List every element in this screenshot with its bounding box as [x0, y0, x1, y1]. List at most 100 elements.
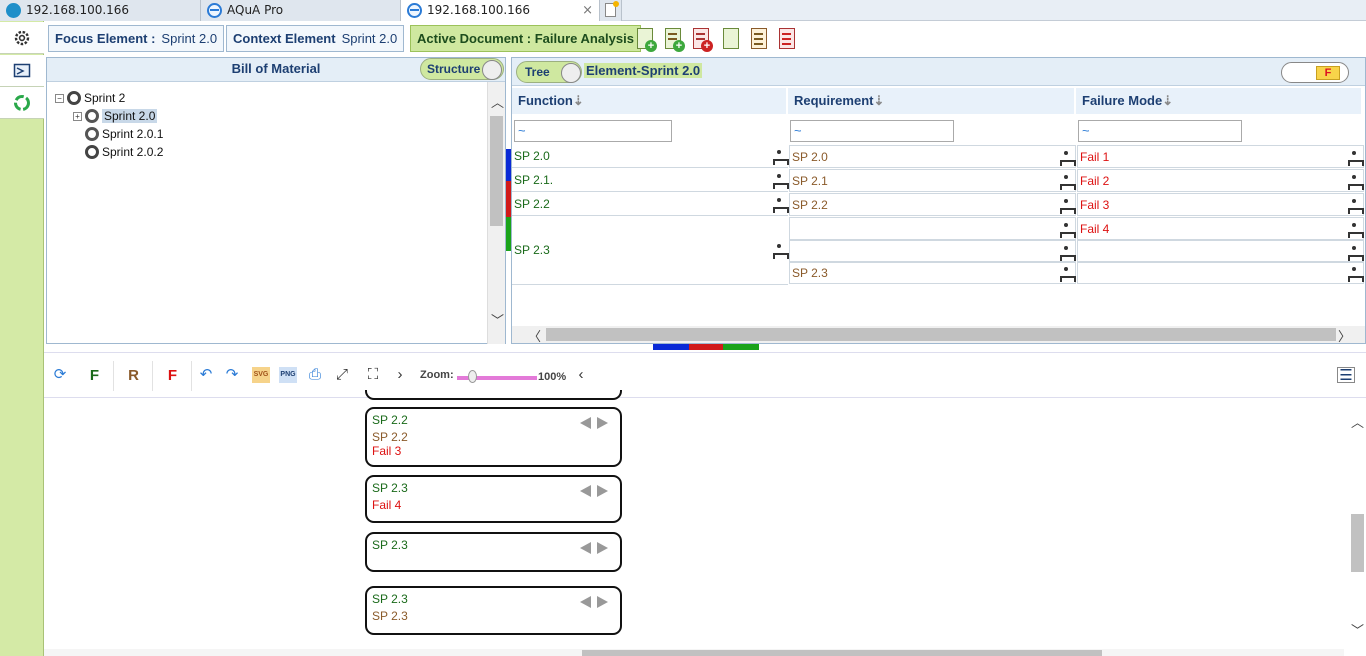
requirement-cell[interactable]: SP 2.3: [789, 261, 1076, 284]
network-icon[interactable]: [1059, 175, 1076, 190]
network-icon[interactable]: [772, 174, 789, 189]
scroll-right-icon[interactable]: 〉: [1338, 326, 1351, 345]
tree-node-sprint-2[interactable]: − Sprint 2: [55, 90, 125, 106]
function-cell[interactable]: SP 2.1.: [512, 169, 789, 192]
scrollbar-thumb[interactable]: [546, 328, 1336, 341]
sidebar-settings-button[interactable]: [0, 22, 44, 54]
requirement-cell[interactable]: [789, 240, 1076, 263]
requirement-cell[interactable]: SP 2.0: [789, 145, 1076, 168]
network-icon[interactable]: [1059, 223, 1076, 238]
scroll-down-icon[interactable]: ﹀: [1351, 620, 1364, 639]
export-svg-icon[interactable]: SVG: [252, 367, 270, 383]
network-icon[interactable]: [1347, 267, 1364, 282]
structure-toggle[interactable]: Structure: [420, 58, 504, 80]
add-numbered-list-button[interactable]: +: [691, 28, 713, 52]
undo-icon[interactable]: ↶: [198, 367, 214, 383]
tree-node-sprint-2-0-2[interactable]: Sprint 2.0.2: [85, 144, 163, 160]
collapse-toolbar-icon[interactable]: ‹: [573, 367, 589, 383]
failure-cell[interactable]: Fail 3: [1077, 193, 1364, 216]
prev-arrow-icon[interactable]: [580, 542, 591, 554]
failure-cell[interactable]: [1077, 261, 1364, 284]
network-icon[interactable]: [1059, 151, 1076, 166]
browser-tab-2[interactable]: AQuA Pro: [201, 0, 401, 21]
graph-card[interactable]: SP 2.3 SP 2.3: [365, 586, 622, 635]
failure-filter-input[interactable]: ~: [1078, 120, 1242, 142]
export-png-icon[interactable]: PNG: [279, 367, 297, 383]
network-icon[interactable]: [1059, 246, 1076, 261]
scrollbar-thumb[interactable]: [582, 650, 1102, 656]
prev-arrow-icon[interactable]: [580, 417, 591, 429]
column-header-requirement[interactable]: Requirement⇣: [788, 88, 1076, 114]
requirement-filter-button[interactable]: R: [115, 361, 153, 391]
requirement-filter-input[interactable]: ~: [790, 120, 954, 142]
scroll-left-icon[interactable]: 〈: [528, 326, 541, 345]
network-icon[interactable]: [772, 150, 789, 165]
network-icon[interactable]: [1347, 151, 1364, 166]
failure-cell[interactable]: [1077, 240, 1364, 263]
f-toggle[interactable]: F: [1281, 62, 1349, 83]
expand-icon[interactable]: +: [73, 112, 82, 121]
function-filter-button[interactable]: F: [76, 361, 114, 391]
column-header-failure-mode[interactable]: Failure Mode⇣: [1076, 88, 1363, 114]
network-icon[interactable]: [1347, 223, 1364, 238]
next-arrow-icon[interactable]: [597, 542, 608, 554]
tree-node-sprint-2-0[interactable]: + Sprint 2.0: [73, 108, 158, 124]
prev-arrow-icon[interactable]: [580, 596, 591, 608]
sort-icon[interactable]: ⇣: [873, 93, 884, 108]
refresh-icon[interactable]: ⟳: [52, 367, 68, 383]
sidebar-recycle-button[interactable]: [0, 87, 44, 119]
next-arrow-icon[interactable]: [597, 417, 608, 429]
failure-cell[interactable]: Fail 4: [1077, 217, 1364, 240]
graph-horizontal-scrollbar[interactable]: [44, 649, 1344, 656]
fullscreen-icon[interactable]: ⛶: [365, 367, 381, 383]
new-tab-button[interactable]: [600, 0, 622, 21]
failure-cell[interactable]: Fail 1: [1077, 145, 1364, 168]
network-icon[interactable]: [1059, 199, 1076, 214]
tree-node-sprint-2-0-1[interactable]: Sprint 2.0.1: [85, 126, 163, 142]
add-document-button[interactable]: +: [635, 28, 657, 52]
failure-filter-button[interactable]: F: [154, 361, 192, 391]
scroll-up-icon[interactable]: ︿: [491, 92, 504, 111]
scroll-down-icon[interactable]: ﹀: [491, 310, 504, 329]
function-cell[interactable]: SP 2.3: [512, 217, 789, 285]
requirement-cell[interactable]: SP 2.1: [789, 169, 1076, 192]
legend-list-icon[interactable]: ☰: [1337, 367, 1355, 384]
add-list-button[interactable]: +: [663, 28, 685, 52]
expand-toolbar-icon[interactable]: ›: [392, 367, 408, 383]
redo-icon[interactable]: ↷: [224, 367, 240, 383]
table-horizontal-scrollbar[interactable]: 〈 〉: [512, 326, 1365, 345]
numbered-list-document-button[interactable]: [777, 28, 799, 52]
graph-vertical-scrollbar[interactable]: ︿ ﹀: [1349, 398, 1366, 638]
fit-screen-icon[interactable]: ⤢: [334, 367, 350, 383]
column-header-function[interactable]: Function⇣: [512, 88, 788, 114]
bom-vertical-scrollbar[interactable]: ︿ ﹀: [487, 82, 505, 344]
network-icon[interactable]: [1347, 246, 1364, 261]
tree-toggle[interactable]: Tree: [516, 61, 582, 83]
graph-card[interactable]: SP 2.3: [365, 532, 622, 572]
graph-card[interactable]: SP 2.3 Fail 4: [365, 475, 622, 523]
zoom-slider-handle[interactable]: [468, 370, 477, 383]
new-page-button[interactable]: [721, 28, 743, 52]
next-arrow-icon[interactable]: [597, 485, 608, 497]
requirement-cell[interactable]: [789, 217, 1076, 240]
sidebar-screen-button[interactable]: [0, 55, 44, 87]
network-icon[interactable]: [1347, 175, 1364, 190]
requirement-cell[interactable]: SP 2.2: [789, 193, 1076, 216]
network-icon[interactable]: [1059, 267, 1076, 282]
function-filter-input[interactable]: ~: [514, 120, 672, 142]
failure-cell[interactable]: Fail 2: [1077, 169, 1364, 192]
browser-tab-3[interactable]: 192.168.100.166 ×: [401, 0, 600, 22]
print-icon[interactable]: ⎙: [307, 367, 323, 383]
network-icon[interactable]: [1347, 199, 1364, 214]
graph-card[interactable]: SP 2.2 SP 2.2 Fail 3: [365, 407, 622, 467]
collapse-icon[interactable]: −: [55, 94, 64, 103]
prev-arrow-icon[interactable]: [580, 485, 591, 497]
sort-icon[interactable]: ⇣: [573, 93, 584, 108]
next-arrow-icon[interactable]: [597, 596, 608, 608]
function-cell[interactable]: SP 2.2: [512, 193, 789, 216]
function-cell[interactable]: SP 2.0: [512, 145, 789, 168]
list-document-button[interactable]: [749, 28, 771, 52]
sort-icon[interactable]: ⇣: [1162, 93, 1173, 108]
close-tab-icon[interactable]: ×: [582, 0, 593, 21]
scroll-up-icon[interactable]: ︿: [1351, 412, 1364, 431]
